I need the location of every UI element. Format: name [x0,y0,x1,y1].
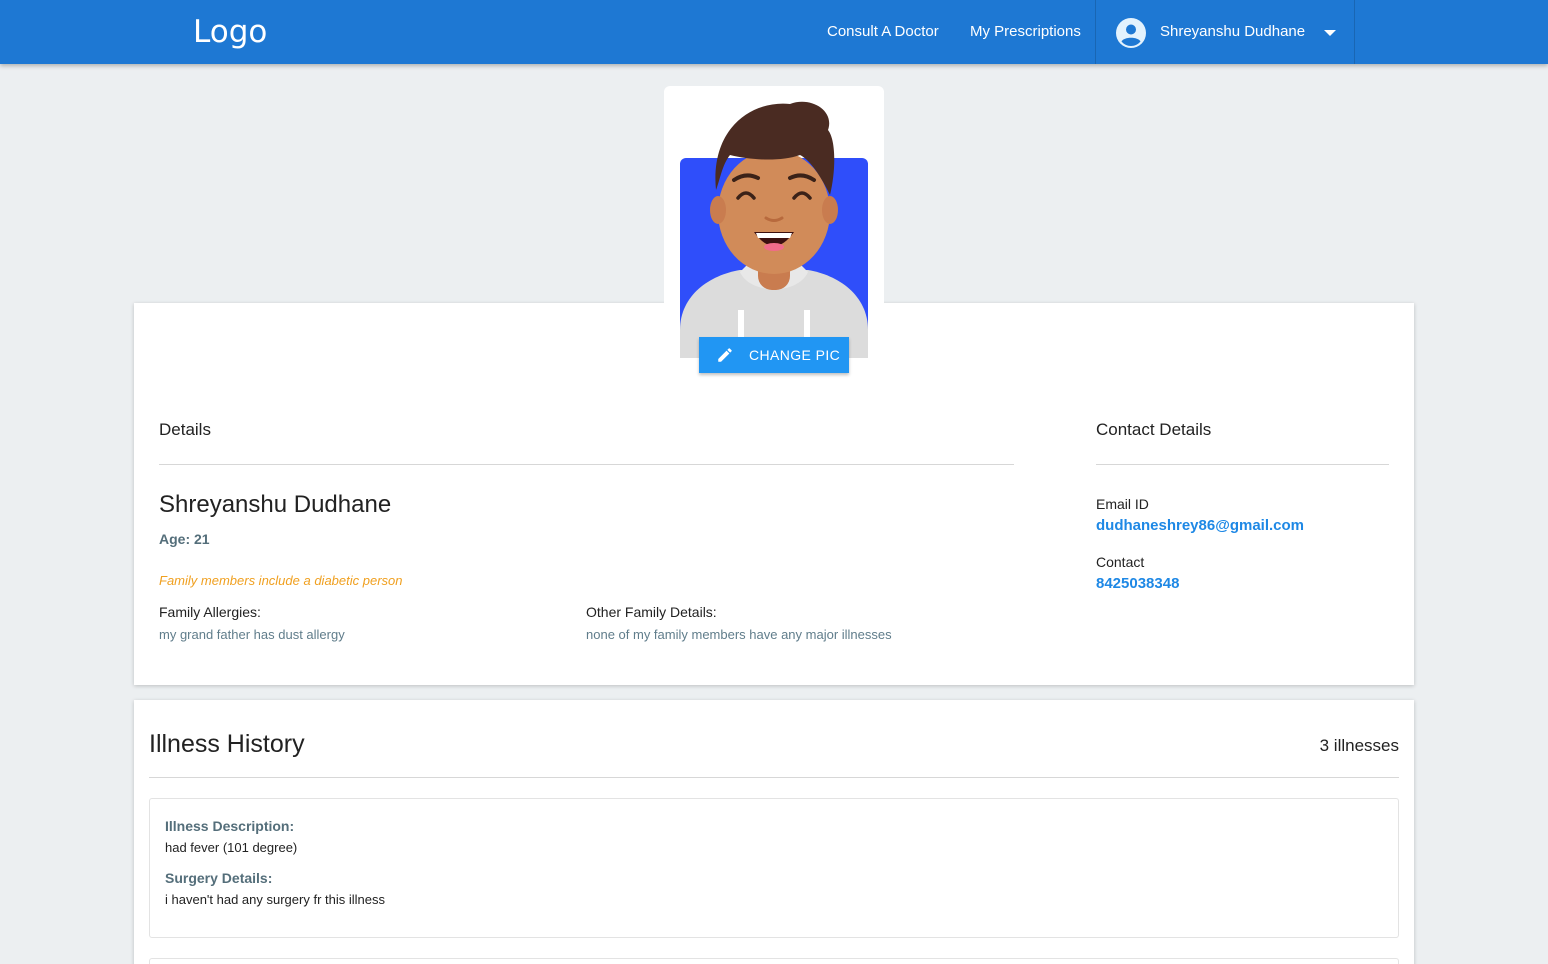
profile-picture [664,86,884,358]
pencil-icon [718,348,732,362]
diabetic-note: Family members include a diabetic person [159,573,403,588]
illness-description-value: had fever (101 degree) [165,840,298,855]
illness-divider [149,777,1399,778]
avatar [680,101,868,358]
nav-my-prescriptions[interactable]: My Prescriptions [970,23,1081,40]
email-label: Email ID [1096,496,1149,512]
surgery-details-value: i haven't had any surgery fr this illnes… [165,892,385,907]
contact-divider [1096,464,1389,465]
change-pic-button[interactable]: CHANGE PIC [699,337,849,373]
patient-age: Age: 21 [159,531,210,547]
top-navbar: Logo Consult A Doctor My Prescriptions S… [0,0,1548,64]
logo[interactable]: Logo [193,14,267,50]
user-name: Shreyanshu Dudhane [1160,23,1306,40]
illness-count: 3 illnesses [1319,736,1399,755]
details-divider [159,464,1014,465]
illness-history-card: Illness History 3 illnesses Illness Desc… [134,700,1414,964]
other-family-value: none of my family members have any major… [586,627,892,642]
chevron-down-icon [1324,30,1336,36]
age-label: Age: [159,531,191,547]
family-allergies-label: Family Allergies: [159,604,261,620]
user-menu-dropdown[interactable]: Shreyanshu Dudhane [1095,0,1355,64]
email-value[interactable]: dudhaneshrey86@gmail.com [1096,517,1304,534]
illness-description-label: Illness Description: [165,818,295,834]
illness-item[interactable]: Illness Description: had fever (101 degr… [149,798,1399,938]
contact-label: Contact [1096,554,1145,570]
illness-item[interactable] [149,958,1399,964]
age-value: 21 [194,531,210,547]
surgery-details-label: Surgery Details: [165,870,273,886]
other-family-label: Other Family Details: [586,604,717,620]
details-heading: Details [159,420,211,439]
patient-name: Shreyanshu Dudhane [159,491,392,518]
family-allergies-value: my grand father has dust allergy [159,627,345,642]
account-circle-icon [1116,18,1146,48]
illness-history-title: Illness History [149,730,305,758]
contact-details-heading: Contact Details [1096,420,1212,439]
change-pic-label: CHANGE PIC [749,347,841,363]
nav-consult-doctor[interactable]: Consult A Doctor [827,23,939,40]
contact-value[interactable]: 8425038348 [1096,575,1179,592]
